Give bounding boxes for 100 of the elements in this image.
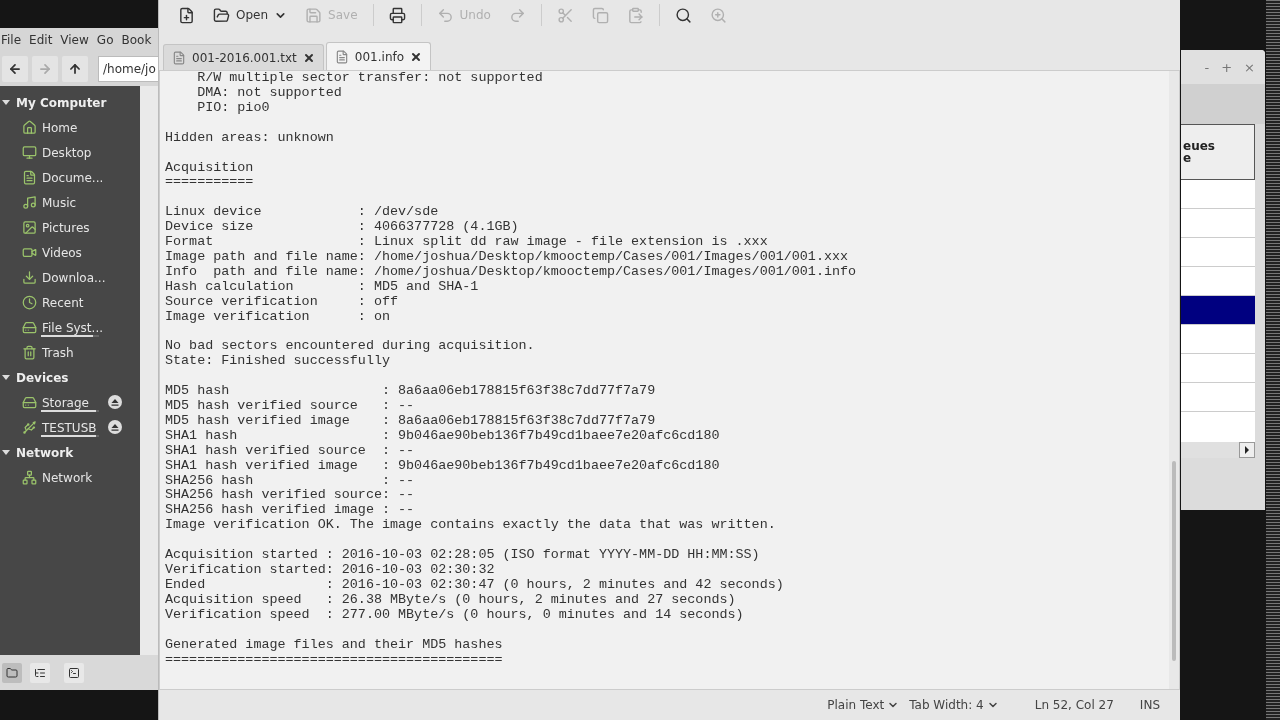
insert-mode: INS [1139, 698, 1160, 712]
places-button[interactable] [2, 662, 22, 683]
menu-item[interactable]: Edit [29, 33, 53, 49]
cursor-position: Ln 52, Col 27 [1034, 698, 1114, 712]
text-line: Image path and file name: /home/joshua/Desktop/kmooctemp/Cases/001/Images/001/001.xxx [165, 250, 850, 265]
header-text: e [1183, 152, 1193, 164]
tab-label: 001.info [354, 49, 405, 64]
text-line: SHA1 hash verified source : -- [165, 443, 416, 459]
text-line: PIO: pio0 [196, 100, 271, 116]
terminal-button[interactable] [64, 662, 84, 683]
sidebar-item[interactable]: Recent [42, 295, 84, 310]
text-line: Acquisition speed : 26.38 MByte/s (0 hours, 2 minutes and 27 seconds) [165, 592, 737, 608]
forward-icon [38, 62, 52, 76]
sidebar-item[interactable]: Pictures [42, 220, 90, 235]
tab-width-dropdown[interactable]: Tab Width: 4 [909, 698, 999, 712]
table-row[interactable] [1181, 296, 1255, 325]
sidebar-item[interactable]: Downloa... [42, 270, 106, 285]
expander-icon[interactable] [2, 375, 10, 380]
scroll-right-button[interactable] [1239, 442, 1255, 458]
menu-item[interactable]: Book [121, 33, 152, 49]
text-line: Hash calculation : MD5 and SHA-1 [165, 279, 480, 295]
undo-icon [436, 6, 454, 24]
up-button[interactable] [62, 56, 88, 82]
scissors-icon [556, 6, 574, 24]
path-field[interactable]: /home/jo [98, 56, 158, 82]
text-line: Generated image files and their MD5 hashes [165, 637, 504, 653]
text-line: Source verification : off [165, 294, 400, 310]
eject-icon[interactable] [108, 420, 122, 434]
download-icon [22, 270, 37, 285]
close-icon [302, 51, 315, 64]
section-title: Network [16, 445, 74, 460]
expander-icon[interactable] [2, 100, 10, 105]
expander-icon[interactable] [2, 450, 10, 455]
up-icon [68, 62, 82, 76]
text-line: Info path and file name: /home/joshua/Desktop/kmooctemp/Cases/001/Images/001/001.info [165, 264, 858, 280]
terminal-icon [68, 666, 80, 679]
document-icon [22, 170, 37, 185]
sidebar-item[interactable]: Desktop [42, 145, 92, 160]
text-line: Image verification : on [165, 309, 391, 325]
text-line: =========== [165, 175, 255, 191]
header-text: eues [1183, 140, 1216, 152]
text-line: Linux device : /dev/sde [165, 205, 440, 221]
text-line: SHA256 hash : -- [165, 473, 416, 489]
close-tab-button[interactable] [302, 51, 315, 64]
search-icon [674, 6, 692, 24]
sidebar-item[interactable]: Music [42, 195, 77, 210]
save-icon [305, 6, 323, 24]
menu-item[interactable]: Go [96, 33, 114, 49]
menu-item[interactable]: File [1, 33, 22, 49]
text-line: Format : Linux split dd raw image - file extension is .xxx [165, 235, 769, 250]
redo-icon [508, 6, 526, 24]
text-line: MD5 hash : 8a6aa06eb178815f63f38c7dd77f7a79 [165, 384, 657, 400]
text-line: SHA256 hash verified source: -- [165, 488, 416, 504]
text-line: MD5 hash verified image : 8a6aa06eb178815f63f38c7dd77f7a79 [165, 414, 657, 429]
text-line: SHA256 hash verified image : -- [165, 503, 416, 519]
scrollbar-thumb[interactable] [1172, 461, 1176, 661]
sidebar-item[interactable]: Videos [42, 245, 82, 260]
text-line: Hidden areas: unknown [165, 130, 335, 146]
column-header[interactable]: eues e [1181, 124, 1255, 180]
sidebar-item[interactable]: TESTUSB [42, 420, 97, 435]
sidebar-item[interactable]: Network [42, 470, 93, 485]
video-icon [22, 245, 37, 260]
folder-icon [213, 6, 230, 24]
syntax-dropdown[interactable]: Plain Text [827, 698, 900, 712]
text-line: Verification started: 2016-10-03 02:30:32 [165, 563, 496, 578]
text-line: R/W multiple sector transfer: not supported [196, 71, 544, 86]
eject-icon[interactable] [108, 395, 122, 409]
close-tab-button[interactable] [410, 50, 423, 63]
copy-icon [591, 6, 609, 24]
clipboard-icon [626, 6, 644, 24]
text-line: Device size : 4066377728 (4.1GB) [165, 220, 520, 236]
text-line: No bad sectors encountered during acquisition. [165, 339, 536, 355]
trash-icon [22, 345, 37, 360]
text-line: SHA1 hash verified image : 9b046ae90beb136f7b49cd1baee7e20afc6cd180 [165, 458, 721, 474]
document-tab[interactable]: 001-2016.001.txt [163, 44, 324, 70]
menu-item[interactable]: View [60, 33, 89, 49]
back-icon [8, 62, 22, 76]
tree-button[interactable] [30, 662, 50, 683]
text-line: Ended : 2016-10-03 02:30:47 (0 hours, 2 minutes and 42 seconds) [165, 577, 785, 593]
file-icon [334, 49, 349, 64]
home-icon [22, 120, 37, 135]
zoom-icon [709, 6, 727, 24]
text-line: Verification speed : 277.00 MByte/s (0 hours, 0 minutes and 14 seconds) [165, 607, 745, 623]
text-line: Acquisition [165, 160, 255, 176]
sidebar-item[interactable]: File Syst... [42, 320, 103, 335]
text-line: DMA: not supported [196, 85, 343, 101]
music-icon [22, 195, 37, 210]
arrow-right-icon [1244, 446, 1250, 454]
open-button[interactable]: Open [206, 2, 295, 28]
sidebar-item[interactable]: Docume... [42, 170, 104, 185]
text-line: Image verification OK. The image contains exactly the data that was written. [165, 518, 777, 534]
network-icon [22, 470, 37, 485]
text-line: ========================================== [165, 652, 504, 668]
sidebar-item[interactable]: Home [42, 120, 78, 135]
sidebar-item[interactable]: Storage [42, 395, 89, 410]
sidebar-item[interactable]: Trash [42, 345, 74, 360]
window-control[interactable]: × [1244, 59, 1255, 75]
back-button[interactable] [2, 56, 28, 82]
text-line: SHA1 hash : 9b046ae90beb136f7b49cd1baee7e20afc6cd180 [165, 428, 721, 444]
document-tab[interactable]: 001.info [325, 42, 432, 70]
